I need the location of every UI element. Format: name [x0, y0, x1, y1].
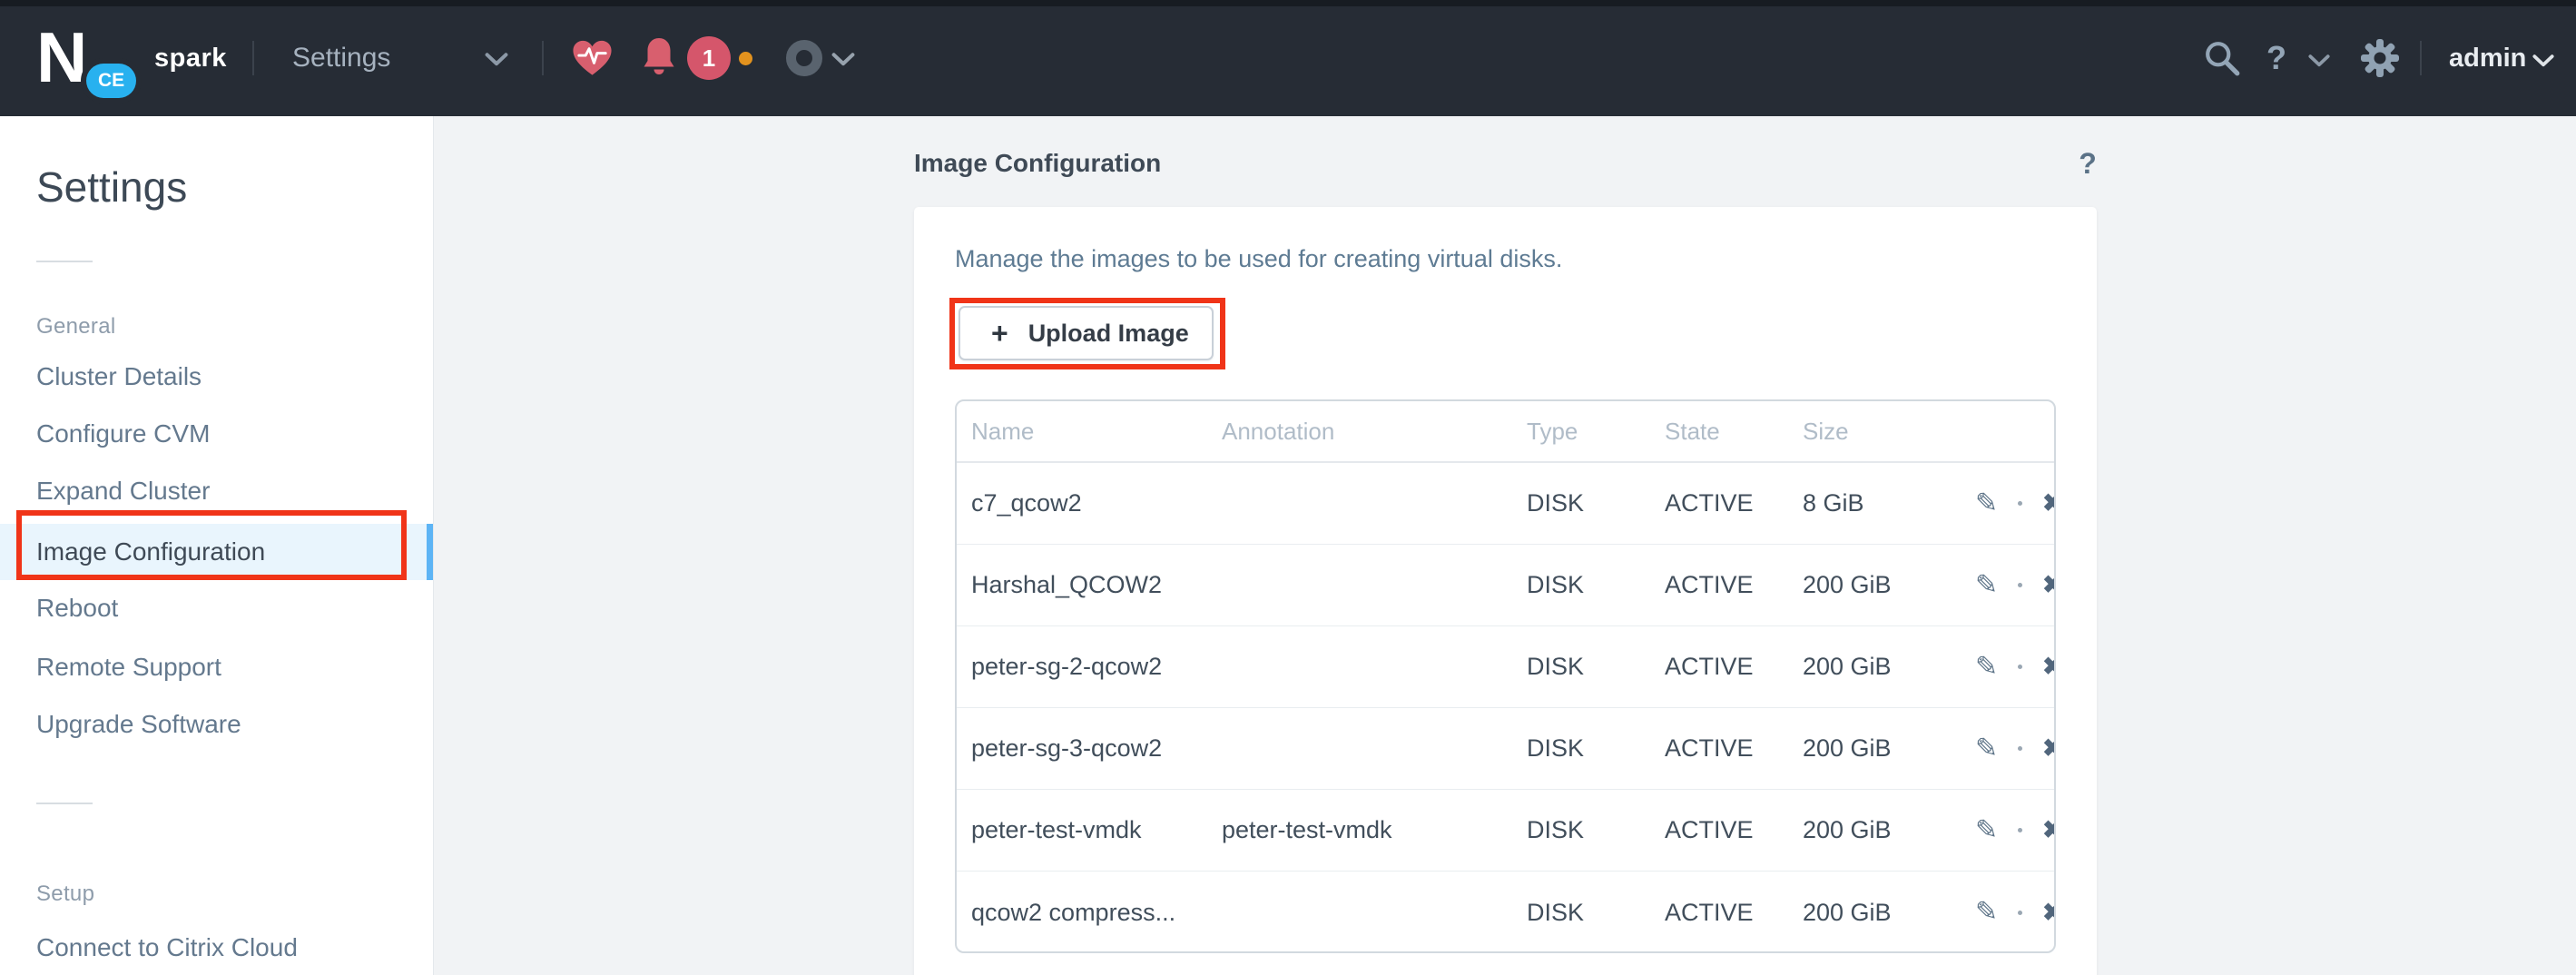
navbar-divider: [252, 41, 254, 75]
image-type: DISK: [1527, 571, 1665, 599]
x-icon[interactable]: ✖: [2042, 818, 2056, 842]
action-separator-dot: [2018, 746, 2022, 751]
table-row: peter-sg-2-qcow2 DISK ACTIVE 200 GiB ✎ ✖: [957, 626, 2054, 708]
image-type: DISK: [1527, 816, 1665, 844]
image-name: Harshal_QCOW2: [971, 571, 1222, 599]
x-icon[interactable]: ✖: [2042, 491, 2056, 516]
table-row: c7_qcow2 DISK ACTIVE 8 GiB ✎ ✖: [957, 463, 2054, 545]
pencil-icon[interactable]: ✎: [1975, 817, 1998, 844]
sidebar-section-setup: Setup: [36, 881, 94, 907]
image-state: ACTIVE: [1665, 489, 1803, 517]
image-state: ACTIVE: [1665, 734, 1803, 763]
pencil-icon[interactable]: ✎: [1975, 735, 1998, 763]
help-menu[interactable]: ?: [2266, 0, 2286, 116]
page-title: Image Configuration: [914, 149, 1161, 178]
navbar-divider: [2420, 41, 2422, 75]
image-size: 8 GiB: [1803, 489, 1975, 517]
table-row: qcow2 compress... DISK ACTIVE 200 GiB ✎ ✖: [957, 872, 2054, 953]
gear-icon[interactable]: [2360, 38, 2400, 78]
sidebar-item-cluster-details[interactable]: Cluster Details: [36, 364, 202, 389]
column-header-type: Type: [1527, 418, 1665, 446]
prism-settings-screen: N CE spark Settings 1 ?: [0, 0, 2576, 975]
image-name: peter-sg-2-qcow2: [971, 653, 1222, 681]
image-state: ACTIVE: [1665, 653, 1803, 681]
x-icon[interactable]: ✖: [2042, 736, 2056, 761]
navbar-divider: [542, 41, 544, 75]
image-size: 200 GiB: [1803, 571, 1975, 599]
sidebar-selected-accent-bar: [427, 524, 433, 580]
action-separator-dot: [2018, 583, 2022, 587]
sidebar-item-expand-cluster[interactable]: Expand Cluster: [36, 478, 210, 504]
image-type: DISK: [1527, 653, 1665, 681]
image-state: ACTIVE: [1665, 571, 1803, 599]
action-separator-dot: [2018, 501, 2022, 506]
table-row: Harshal_QCOW2 DISK ACTIVE 200 GiB ✎ ✖: [957, 545, 2054, 626]
chevron-down-icon[interactable]: [2532, 54, 2554, 67]
table-row: peter-test-vmdk peter-test-vmdk DISK ACT…: [957, 790, 2054, 872]
heart-pulse-icon[interactable]: [571, 38, 614, 78]
chevron-down-icon[interactable]: [2308, 54, 2330, 67]
column-header-annotation: Annotation: [1222, 418, 1527, 446]
pencil-icon[interactable]: ✎: [1975, 490, 1998, 517]
image-state: ACTIVE: [1665, 816, 1803, 844]
image-name: peter-test-vmdk: [971, 816, 1222, 844]
nutanix-logo[interactable]: N: [36, 22, 84, 93]
sidebar-section-general: General: [36, 314, 115, 340]
image-name: peter-sg-3-qcow2: [971, 734, 1222, 763]
community-edition-badge: CE: [86, 64, 136, 98]
bell-icon[interactable]: [641, 36, 677, 79]
image-annotation: peter-test-vmdk: [1222, 816, 1527, 844]
sidebar-item-upgrade-software[interactable]: Upgrade Software: [36, 712, 241, 737]
sidebar-item-configure-cvm[interactable]: Configure CVM: [36, 421, 210, 447]
column-header-name: Name: [971, 418, 1222, 446]
image-name: qcow2 compress...: [971, 899, 1222, 927]
panel-description: Manage the images to be used for creatin…: [955, 245, 1562, 273]
sidebar-item-reboot[interactable]: Reboot: [36, 596, 118, 621]
x-icon[interactable]: ✖: [2042, 573, 2056, 597]
x-icon[interactable]: ✖: [2042, 655, 2056, 679]
chevron-down-icon[interactable]: [831, 53, 855, 66]
image-type: DISK: [1527, 734, 1665, 763]
action-separator-dot: [2018, 665, 2022, 669]
pencil-icon[interactable]: ✎: [1975, 572, 1998, 599]
pencil-icon[interactable]: ✎: [1975, 654, 1998, 681]
image-size: 200 GiB: [1803, 653, 1975, 681]
top-navbar: N CE spark Settings 1 ?: [0, 0, 2576, 116]
image-size: 200 GiB: [1803, 899, 1975, 927]
pencil-icon[interactable]: ✎: [1975, 899, 1998, 926]
user-menu[interactable]: admin: [2449, 0, 2526, 116]
settings-menu[interactable]: Settings: [292, 0, 390, 116]
image-state: ACTIVE: [1665, 899, 1803, 927]
notification-dot: [739, 52, 752, 65]
sidebar-item-connect-citrix-cloud[interactable]: Connect to Citrix Cloud: [36, 935, 298, 960]
contextual-help-icon[interactable]: ?: [2071, 147, 2104, 181]
sidebar-title: Settings: [36, 163, 187, 211]
main-content: Image Configuration ? Manage the images …: [434, 116, 2576, 975]
image-type: DISK: [1527, 489, 1665, 517]
action-separator-dot: [2018, 911, 2022, 915]
image-size: 200 GiB: [1803, 734, 1975, 763]
sidebar-divider: [36, 261, 93, 262]
x-icon[interactable]: ✖: [2042, 901, 2056, 925]
sidebar-item-remote-support[interactable]: Remote Support: [36, 655, 221, 680]
images-table: Name Annotation Type State Size c7_qcow2…: [955, 399, 2056, 953]
annotation-box-upload-image: [949, 298, 1225, 369]
sidebar-divider: [36, 803, 93, 804]
image-size: 200 GiB: [1803, 816, 1975, 844]
tasks-ring-icon[interactable]: [786, 40, 822, 76]
cluster-name[interactable]: spark: [154, 0, 227, 116]
action-separator-dot: [2018, 828, 2022, 832]
chevron-down-icon[interactable]: [485, 53, 508, 66]
image-type: DISK: [1527, 899, 1665, 927]
table-row: peter-sg-3-qcow2 DISK ACTIVE 200 GiB ✎ ✖: [957, 708, 2054, 790]
search-icon[interactable]: [2204, 40, 2242, 78]
annotation-box-image-configuration: [16, 510, 407, 580]
alert-count-badge[interactable]: 1: [687, 36, 731, 80]
column-header-state: State: [1665, 418, 1803, 446]
image-name: c7_qcow2: [971, 489, 1222, 517]
column-header-size: Size: [1803, 418, 1975, 446]
table-header-row: Name Annotation Type State Size: [957, 401, 2054, 463]
